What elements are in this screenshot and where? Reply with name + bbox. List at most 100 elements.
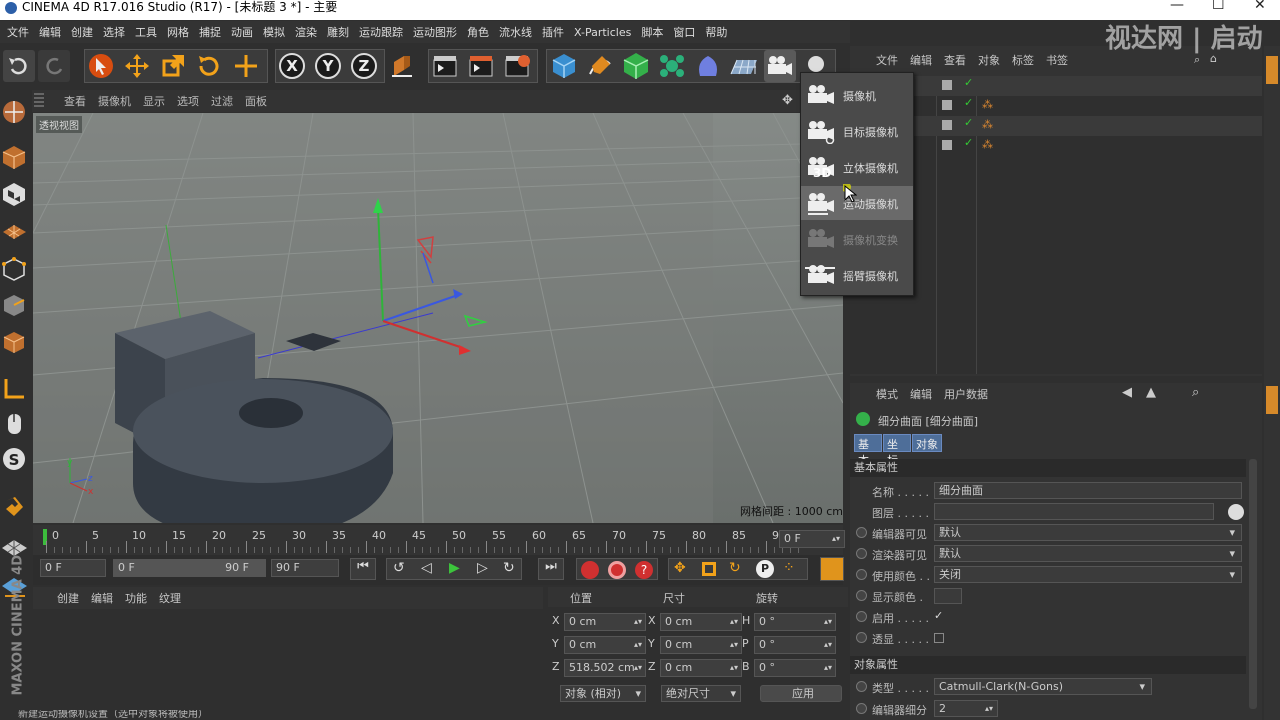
layer-pick-icon[interactable] <box>1228 504 1244 520</box>
maximize-icon[interactable]: ☐ <box>1212 0 1225 12</box>
visible-check-icon[interactable]: ✓ <box>964 76 973 89</box>
workplane-mode-icon[interactable] <box>1 218 28 245</box>
position-field[interactable]: 518.502 cm ▴▾ <box>564 659 646 677</box>
cube-object-icon[interactable] <box>548 50 580 82</box>
rotation-field[interactable]: 0 ° ▴▾ <box>754 659 836 677</box>
viewport-menu-item[interactable]: 查看 <box>64 93 86 109</box>
camera-menu-item[interactable]: 运动摄像机 <box>801 186 913 220</box>
menu-item[interactable]: X-Particles <box>569 26 636 39</box>
camera-menu-item[interactable]: 目标摄像机 <box>801 114 913 148</box>
polygons-mode-icon[interactable] <box>1 328 28 355</box>
perspective-viewport[interactable]: y z x <box>33 113 843 523</box>
viewport-menu-item[interactable]: 显示 <box>143 93 165 109</box>
visible-check-icon[interactable]: ✓ <box>964 96 973 109</box>
attribute-anim-icon[interactable] <box>856 527 867 538</box>
key-position-icon[interactable]: ✥ <box>674 560 686 576</box>
prev-key-icon[interactable]: ↺ <box>393 560 405 576</box>
y-axis-lock-icon[interactable]: Y <box>312 50 344 82</box>
timeline-ruler[interactable]: 051015202530354045505560657075808590 0 F… <box>33 525 845 555</box>
attribute-checkbox[interactable]: ✓ <box>934 609 943 622</box>
menu-item[interactable]: 编辑 <box>34 24 66 40</box>
select-tool-icon[interactable] <box>85 50 117 82</box>
attribute-menu-item[interactable]: 模式 <box>876 386 898 402</box>
layer-icon[interactable] <box>942 100 952 110</box>
menu-item[interactable]: 插件 <box>537 24 569 40</box>
visible-check-icon[interactable]: ✓ <box>964 116 973 129</box>
minimize-icon[interactable]: — <box>1170 0 1184 12</box>
viewport-menu-item[interactable]: 选项 <box>177 93 199 109</box>
next-frame-icon[interactable]: ▷ <box>477 560 488 576</box>
menu-item[interactable]: 动画 <box>226 24 258 40</box>
x-axis-lock-icon[interactable]: X <box>276 50 308 82</box>
camera-tool-icon[interactable] <box>764 50 796 82</box>
menu-item[interactable]: 运动图形 <box>408 24 462 40</box>
size-mode-dropdown[interactable]: 绝对尺寸 ▾ <box>661 685 741 702</box>
attribute-anim-icon[interactable] <box>856 548 867 559</box>
close-icon[interactable]: ✕ <box>1254 0 1266 12</box>
tag-icon[interactable]: ⁂ <box>982 138 993 151</box>
current-frame-field[interactable]: 0 F ▴▾ <box>779 530 845 548</box>
z-axis-lock-icon[interactable]: Z <box>348 50 380 82</box>
material-menu-item[interactable]: 编辑 <box>91 590 113 606</box>
render-view-icon[interactable] <box>429 50 461 82</box>
rotate-tool-icon[interactable] <box>193 50 225 82</box>
position-field[interactable]: 0 cm ▴▾ <box>564 636 646 654</box>
menu-item[interactable]: 工具 <box>130 24 162 40</box>
size-stepper-icon[interactable]: ▴▾ <box>730 660 738 676</box>
up-arrow-icon[interactable]: ▲ <box>1146 385 1156 400</box>
size-stepper-icon[interactable]: ▴▾ <box>730 637 738 653</box>
attribute-anim-icon[interactable] <box>856 611 867 622</box>
viewport-menu-item[interactable]: 摄像机 <box>98 93 131 109</box>
key-scale-icon[interactable] <box>702 562 716 576</box>
position-stepper-icon[interactable]: ▴▾ <box>634 660 642 676</box>
prev-frame-icon[interactable]: ◁ <box>421 560 432 576</box>
rotation-field[interactable]: 0 ° ▴▾ <box>754 636 836 654</box>
position-stepper-icon[interactable]: ▴▾ <box>634 637 642 653</box>
rotation-stepper-icon[interactable]: ▴▾ <box>824 637 832 653</box>
play-icon[interactable]: ▶ <box>449 560 460 576</box>
tag-icon[interactable]: ⁂ <box>982 118 993 131</box>
timeline-window-icon[interactable] <box>820 557 844 581</box>
key-pla-icon[interactable]: ⁘ <box>783 560 795 576</box>
visible-check-icon[interactable]: ✓ <box>964 136 973 149</box>
attribute-scrollbar[interactable] <box>1249 459 1257 709</box>
coordinate-mode-dropdown[interactable]: 对象 (相对) ▾ <box>560 685 646 702</box>
coordinate-system-icon[interactable] <box>386 50 418 82</box>
object-manager-menu-item[interactable]: 标签 <box>1012 52 1034 68</box>
render-to-picture-viewer-icon[interactable] <box>465 50 497 82</box>
menu-item[interactable]: 模拟 <box>258 24 290 40</box>
frame-range-slider[interactable]: 0 F 90 F <box>113 559 266 577</box>
display-color-swatch[interactable] <box>934 588 962 604</box>
object-manager-menu-item[interactable]: 编辑 <box>910 52 932 68</box>
position-stepper-icon[interactable]: ▴▾ <box>634 614 642 630</box>
layer-icon[interactable] <box>942 120 952 130</box>
menu-item[interactable]: 文件 <box>2 24 34 40</box>
texture-mode-icon[interactable] <box>1 143 28 170</box>
last-tool-icon[interactable] <box>230 50 262 82</box>
auto-key-icon[interactable] <box>608 561 626 579</box>
render-settings-icon[interactable] <box>501 50 533 82</box>
edges-mode-icon[interactable] <box>1 291 28 318</box>
record-keys-icon[interactable] <box>581 561 599 579</box>
go-to-end-icon[interactable]: ⏭ <box>538 558 564 580</box>
deformer-icon[interactable] <box>692 50 724 82</box>
tag-icon[interactable]: ⁂ <box>982 98 993 111</box>
camera-menu-item[interactable]: 摄像机变换 <box>801 222 913 256</box>
tab-object[interactable]: 对象 <box>912 434 942 452</box>
next-key-icon[interactable]: ↻ <box>503 560 515 576</box>
axis-mode-icon[interactable] <box>1 375 28 402</box>
checker-mode-icon[interactable] <box>1 180 28 207</box>
attribute-dropdown[interactable]: 关闭 ▾ <box>934 566 1242 583</box>
viewport-move-icon[interactable]: ✥ <box>782 93 793 108</box>
tab-basic[interactable]: 基本 <box>854 434 882 467</box>
size-field[interactable]: 0 cm ▴▾ <box>660 659 742 677</box>
rotation-field[interactable]: 0 ° ▴▾ <box>754 613 836 631</box>
menu-item[interactable]: 帮助 <box>700 24 732 40</box>
points-mode-icon[interactable] <box>1 255 28 282</box>
size-field[interactable]: 0 cm ▴▾ <box>660 636 742 654</box>
cloner-icon[interactable] <box>656 50 688 82</box>
object-manager-menu-item[interactable]: 对象 <box>978 52 1000 68</box>
menu-item[interactable]: 角色 <box>462 24 494 40</box>
attribute-anim-icon[interactable] <box>856 569 867 580</box>
menu-item[interactable]: 雕刻 <box>322 24 354 40</box>
